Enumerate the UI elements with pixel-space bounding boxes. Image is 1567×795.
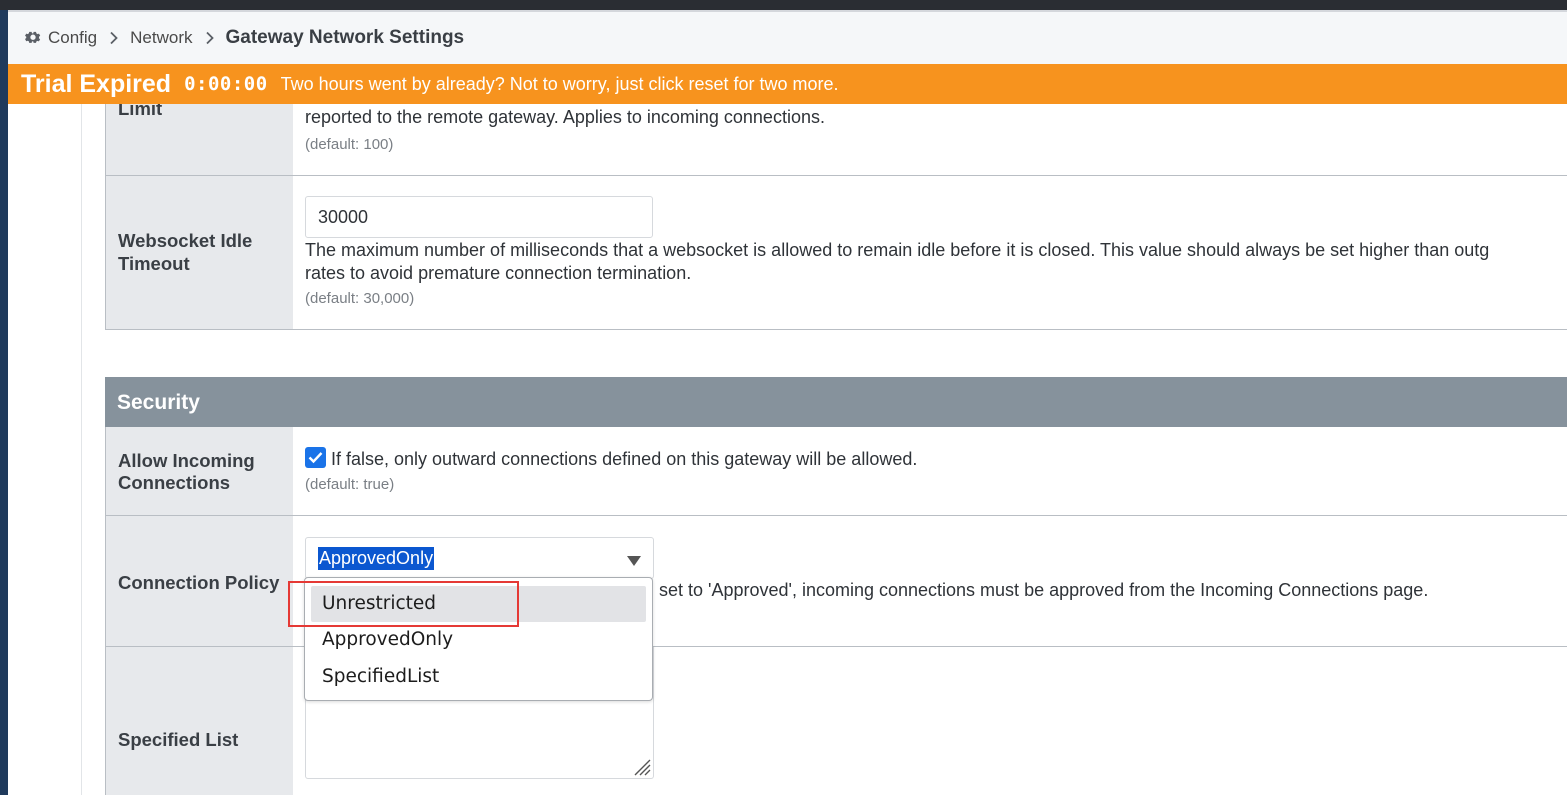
- connection-policy-select[interactable]: ApprovedOnly: [305, 537, 654, 579]
- chevron-right-icon: [109, 31, 119, 45]
- top-strip: [0, 0, 1567, 10]
- chevron-right-icon: [205, 31, 215, 45]
- websocket-idle-timeout-row: Websocket Idle Timeout 30000 The maximum…: [106, 176, 1567, 330]
- allow-incoming-checkbox[interactable]: [305, 447, 326, 468]
- allow-incoming-label: Allow Incoming Connections: [106, 427, 293, 515]
- limit-row: Limit reported to the remote gateway. Ap…: [106, 98, 1567, 176]
- trial-title: Trial Expired: [21, 69, 172, 98]
- breadcrumb: Config Network Gateway Network Settings: [8, 12, 1567, 65]
- trial-timer: 0:00:00: [184, 73, 268, 95]
- breadcrumb-config-link[interactable]: Config: [48, 28, 97, 48]
- content-divider: [81, 104, 82, 795]
- limit-label: Limit: [106, 98, 293, 175]
- checkmark-icon: [308, 452, 323, 464]
- allow-incoming-description: If false, only outward connections defin…: [331, 449, 918, 469]
- security-section-header: Security: [105, 377, 1567, 427]
- caret-down-icon: [627, 553, 641, 566]
- specified-list-label: Specified List: [106, 647, 293, 795]
- limit-default: (default: 100): [305, 136, 394, 153]
- connection-policy-description: set to 'Approved', incoming connections …: [659, 580, 1429, 600]
- websocket-idle-timeout-input[interactable]: 30000: [305, 196, 653, 238]
- websocket-idle-timeout-default: (default: 30,000): [305, 290, 415, 307]
- connection-policy-selected-value: ApprovedOnly: [318, 547, 435, 570]
- trial-expired-banner: Trial Expired 0:00:00 Two hours went by …: [8, 64, 1567, 104]
- option-approved-only[interactable]: ApprovedOnly: [311, 622, 646, 658]
- limit-description: reported to the remote gateway. Applies …: [305, 107, 825, 127]
- annotation-highlight-box: [288, 581, 519, 627]
- websocket-idle-timeout-description-line1: The maximum number of milliseconds that …: [305, 240, 1490, 260]
- breadcrumb-network-link[interactable]: Network: [130, 28, 192, 48]
- websocket-idle-timeout-description-line2: rates to avoid premature connection term…: [305, 263, 692, 283]
- trial-reset-message[interactable]: Two hours went by already? Not to worry,…: [281, 74, 839, 95]
- option-specified-list[interactable]: SpecifiedList: [311, 659, 646, 695]
- left-nav-bar: [0, 10, 8, 795]
- connection-policy-label: Connection Policy: [106, 516, 293, 646]
- network-settings-panel: Limit reported to the remote gateway. Ap…: [105, 98, 1567, 330]
- page-title: Gateway Network Settings: [225, 27, 465, 48]
- websocket-idle-timeout-label: Websocket Idle Timeout: [106, 176, 293, 329]
- allow-incoming-row: Allow Incoming Connections If false, onl…: [106, 427, 1567, 516]
- resize-handle-icon[interactable]: [631, 756, 651, 776]
- gear-icon: [25, 30, 41, 46]
- allow-incoming-default: (default: true): [305, 476, 395, 493]
